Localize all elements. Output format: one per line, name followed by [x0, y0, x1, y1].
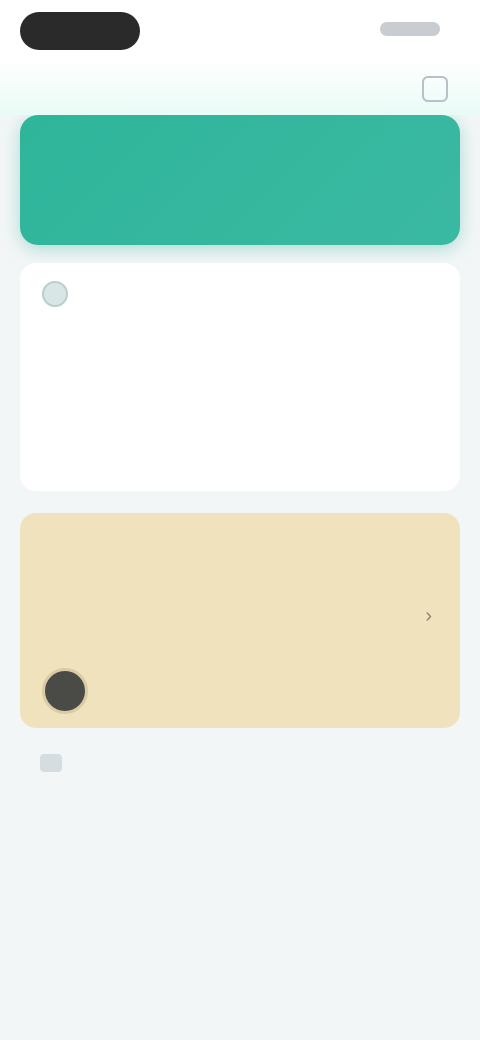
list-icon [40, 754, 62, 772]
dynamic-island [20, 12, 140, 50]
status-indicators [380, 22, 440, 36]
chevron-right-icon: › [425, 605, 432, 627]
metric-value [66, 349, 138, 397]
metric-value [342, 349, 414, 397]
overview-icon [42, 281, 68, 307]
promo-card[interactable]: › [20, 513, 460, 728]
overview-header [42, 281, 438, 307]
metric-item[interactable] [180, 335, 300, 435]
avatar [42, 668, 88, 714]
metric-value [204, 349, 276, 397]
promo-author [42, 668, 98, 714]
metrics-row [42, 335, 438, 435]
navigation-bar [0, 60, 480, 115]
metric-item[interactable] [318, 335, 438, 435]
edit-icon[interactable] [422, 76, 448, 102]
bottom-link[interactable] [40, 754, 460, 772]
promo-footer [42, 668, 438, 714]
overview-card [20, 263, 460, 491]
hero-button[interactable] [20, 115, 460, 245]
status-bar [0, 0, 480, 60]
metric-item[interactable] [42, 335, 162, 435]
